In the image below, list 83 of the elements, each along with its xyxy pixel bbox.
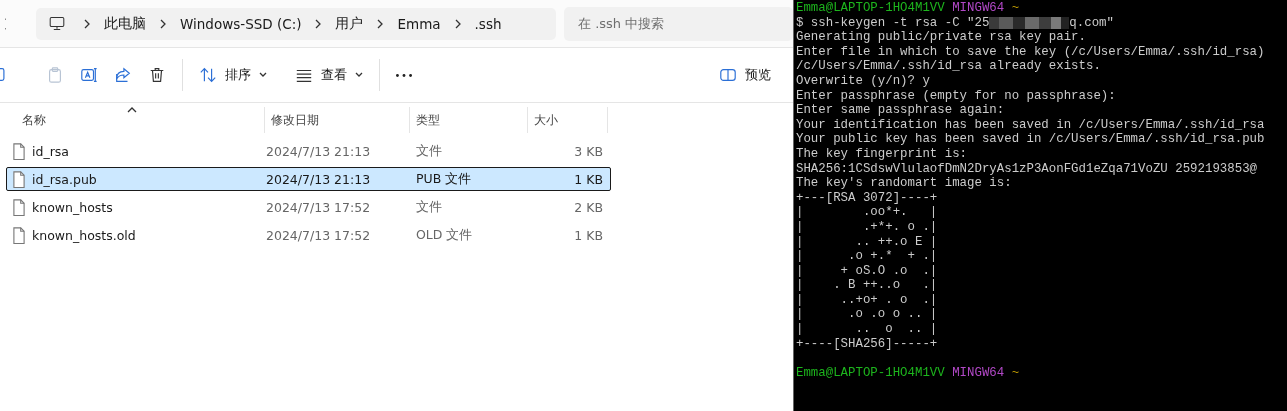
- file-type: PUB 文件: [415, 170, 473, 188]
- breadcrumb-item[interactable]: .ssh: [464, 15, 512, 32]
- prompt-user: Emma@LAPTOP-1HO4M1VV: [796, 365, 945, 381]
- terminal-line: | .. o .. |: [796, 322, 938, 337]
- prompt-path: ~: [1011, 365, 1020, 381]
- terminal-line: Enter same passphrase again:: [796, 103, 1005, 118]
- chevron-icon: [159, 18, 167, 29]
- breadcrumb-bar[interactable]: 此电脑 Windows-SSD (C:) 用户 Emma .ssh: [36, 7, 556, 40]
- terminal-line: Enter file in which to save the key (/c/Users/Emma/.ssh/id_rsa): [796, 44, 1265, 60]
- more-icon: [396, 73, 412, 77]
- terminal-command: q.com": [1069, 15, 1114, 31]
- file-row[interactable]: id_rsa.pub 2024/7/13 21:13 PUB 文件 1 KB: [6, 167, 611, 191]
- terminal-line: Your identification has been saved in /c/Users/Emma/.ssh/id_rsa: [796, 117, 1265, 133]
- terminal-command: $ ssh-keygen -t rsa -C "25: [796, 15, 990, 31]
- prompt-shell: MINGW64: [952, 1, 1005, 16]
- file-size: 1 KB: [573, 171, 604, 187]
- file-icon: [12, 142, 26, 160]
- terminal-line: | .oo*+. |: [796, 205, 938, 220]
- terminal-line: +---[RSA 3072]----+: [796, 190, 938, 206]
- file-type: 文件: [415, 142, 443, 160]
- terminal-line: +----[SHA256]-----+: [796, 336, 938, 352]
- file-size: 1 KB: [573, 227, 604, 243]
- terminal-line: /c/Users/Emma/.ssh/id_rsa already exists.: [796, 59, 1101, 74]
- file-icon: [12, 226, 26, 244]
- column-header[interactable]: 类型: [410, 107, 528, 133]
- chevron-icon: [376, 18, 385, 29]
- terminal-line: | .o .o o .. |: [796, 307, 938, 323]
- view-button[interactable]: 查看: [287, 60, 371, 90]
- file-row[interactable]: id_rsa 2024/7/13 21:13 文件 3 KB: [6, 139, 611, 163]
- terminal-line: Generating public/private rsa key pair.: [796, 30, 1086, 45]
- prompt-path: ~: [1011, 1, 1020, 16]
- breadcrumb-item[interactable]: 此电脑: [94, 14, 156, 33]
- preview-button[interactable]: 预览: [711, 60, 779, 90]
- file-size: 2 KB: [573, 199, 604, 215]
- terminal-line: Enter passphrase (empty for no passphrase):: [796, 88, 1116, 104]
- breadcrumb-item[interactable]: Emma: [387, 15, 451, 32]
- terminal-line: | . B ++..o .|: [796, 278, 938, 293]
- paste-icon: [46, 66, 64, 84]
- file-type: OLD 文件: [415, 226, 474, 244]
- file-row[interactable]: known_hosts.old 2024/7/13 17:52 OLD 文件 1 KB: [6, 223, 611, 247]
- terminal-line: | ..+o+ . o .|: [796, 292, 938, 308]
- terminal-line: SHA256:1CSdswVlulaofDmN2DryAs1zP3AonFGd1eZqa71VoZU 2592193853@: [796, 161, 1257, 177]
- rename-icon: [80, 66, 98, 84]
- preview-icon: [719, 66, 737, 84]
- terminal-line: Your public key has been saved in /c/Users/Emma/.ssh/id_rsa.pub: [796, 132, 1265, 147]
- file-row[interactable]: known_hosts 2024/7/13 17:52 文件 2 KB: [6, 195, 611, 219]
- file-size: 3 KB: [573, 143, 604, 159]
- delete-icon: [148, 66, 166, 84]
- chevron-icon: [453, 18, 462, 29]
- prompt-user: Emma@LAPTOP-1HO4M1VV: [796, 1, 945, 16]
- chevron-icon: [314, 18, 323, 29]
- terminal-line: The key's randomart image is:: [796, 176, 1012, 191]
- column-header[interactable]: 修改日期: [265, 107, 410, 133]
- sort-icon: [199, 66, 217, 84]
- share-icon: [114, 66, 132, 84]
- file-name: known_hosts: [32, 199, 113, 215]
- file-date: 2024/7/13 21:13: [266, 143, 372, 159]
- terminal-line: | + oS.O .o .|: [796, 263, 938, 279]
- file-icon: [12, 198, 26, 216]
- file-date: 2024/7/13 17:52: [266, 227, 372, 243]
- terminal-line: | .. ++.o E |: [796, 234, 938, 250]
- file-name: known_hosts.old: [32, 227, 136, 243]
- column-header[interactable]: 名称: [0, 107, 265, 133]
- file-type: 文件: [415, 198, 443, 216]
- prompt-shell: MINGW64: [952, 365, 1005, 381]
- terminal-line: The key fingerprint is:: [796, 146, 968, 162]
- file-date: 2024/7/13 17:52: [266, 199, 372, 215]
- terminal-line: | .+*+. o .|: [796, 219, 938, 235]
- breadcrumb-item[interactable]: 用户: [325, 14, 374, 33]
- chevron-icon: [83, 18, 91, 29]
- caret-icon: [355, 72, 363, 78]
- search-field[interactable]: 在 .ssh 中搜索: [564, 6, 793, 41]
- file-name: id_rsa.pub: [32, 171, 97, 187]
- file-name: id_rsa: [32, 143, 69, 159]
- breadcrumb-item[interactable]: Windows-SSD (C:): [170, 15, 312, 32]
- monitor-icon: [48, 15, 66, 32]
- caret-icon: [259, 72, 267, 78]
- file-icon: [12, 170, 26, 188]
- file-date: 2024/7/13 21:13: [266, 171, 372, 187]
- sort-button[interactable]: 排序: [191, 60, 275, 90]
- terminal-line: Overwrite (y/n)? y: [796, 73, 930, 89]
- terminal-line: | .o +.* + .|: [796, 249, 938, 264]
- column-header[interactable]: 大小: [528, 107, 608, 133]
